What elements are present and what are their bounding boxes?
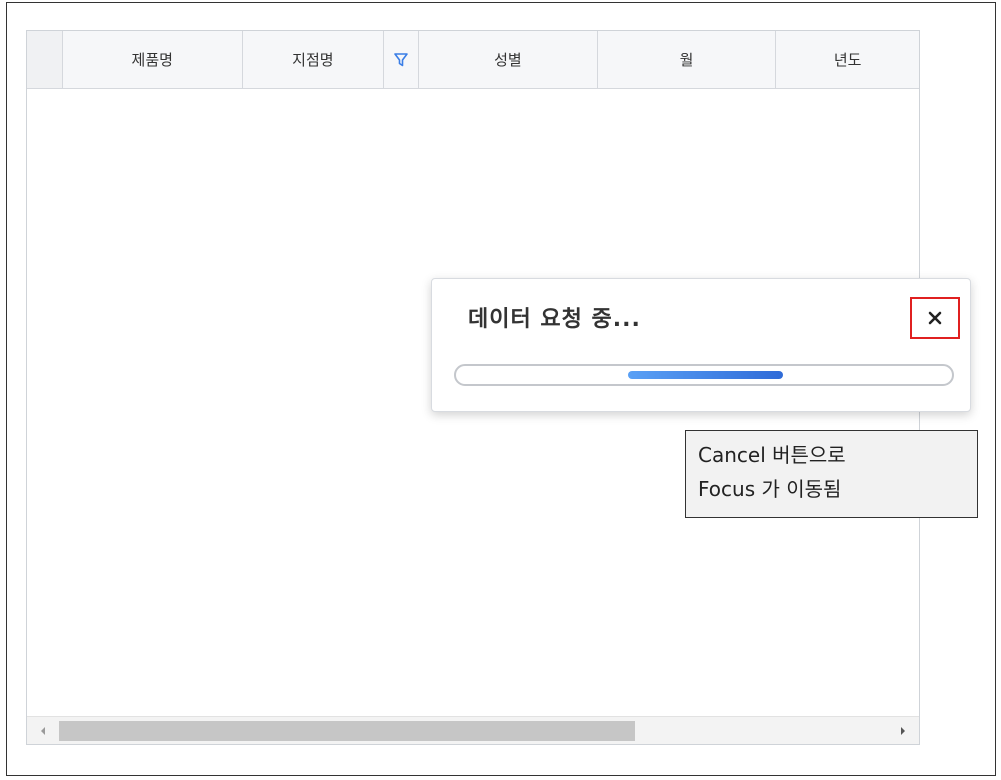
filter-button[interactable]: [384, 31, 420, 88]
annotation-line: Cancel 버튼으로: [698, 443, 846, 467]
column-header-month[interactable]: 월: [598, 31, 777, 88]
annotation-note: Cancel 버튼으로 Focus 가 이동됨: [685, 430, 978, 518]
grid-header: 제품명 지점명 성별 월 년도: [27, 31, 919, 89]
annotation-line: Focus 가 이동됨: [698, 477, 842, 501]
scrollbar-thumb[interactable]: [59, 721, 635, 741]
scroll-left-button[interactable]: [31, 717, 55, 744]
column-header-product[interactable]: 제품명: [63, 31, 243, 88]
horizontal-scrollbar[interactable]: [27, 716, 919, 744]
column-header-label: 성별: [494, 51, 522, 69]
arrow-left-icon: [41, 727, 45, 735]
column-header-label: 년도: [833, 51, 862, 69]
column-header-label: 월: [679, 51, 694, 69]
column-header-branch[interactable]: 지점명: [243, 31, 385, 88]
close-icon: [928, 311, 942, 325]
loading-dialog-title: 데이터 요청 중...: [468, 307, 641, 332]
progress-bar-fill: [628, 371, 783, 379]
arrow-right-icon: [901, 727, 905, 735]
row-number-header: [27, 31, 63, 88]
column-header-label: 제품명: [131, 51, 173, 69]
progress-bar: [454, 364, 954, 386]
scroll-right-button[interactable]: [891, 717, 915, 744]
column-header-label: 지점명: [292, 51, 334, 69]
column-header-gender[interactable]: 성별: [419, 31, 598, 88]
cancel-button[interactable]: [910, 297, 960, 339]
column-header-year[interactable]: 년도: [776, 31, 919, 88]
filter-icon: [394, 52, 408, 66]
loading-dialog: 데이터 요청 중...: [431, 278, 971, 412]
